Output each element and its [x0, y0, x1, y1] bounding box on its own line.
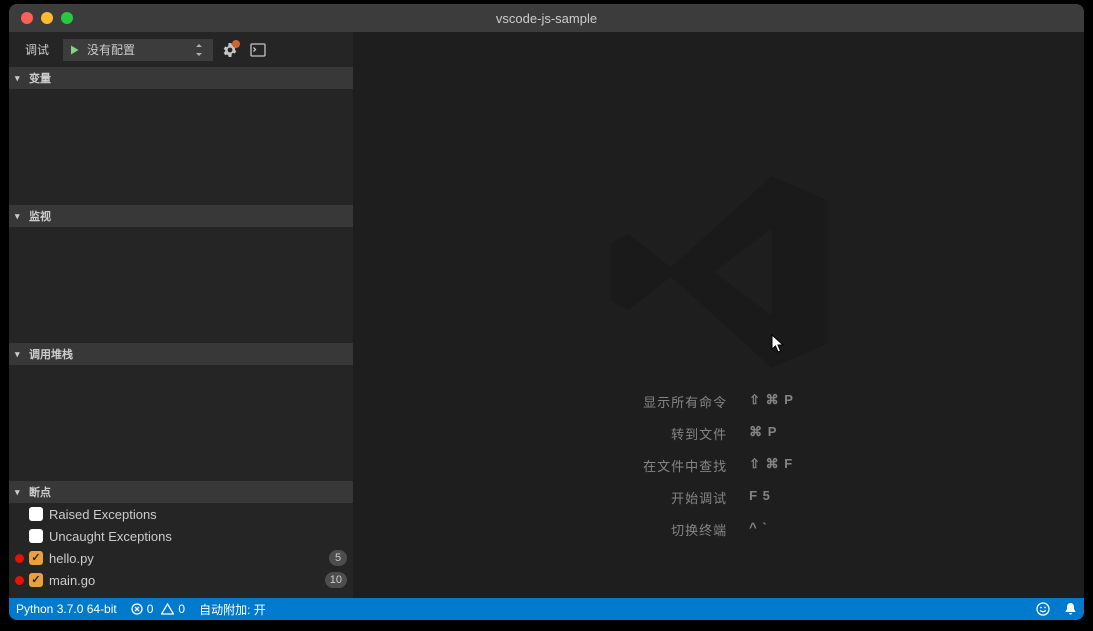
maximize-window-button[interactable] [61, 12, 73, 24]
panel-variables: ▾ 变量 [9, 67, 353, 205]
panel-body-callstack [9, 365, 353, 481]
breakpoint-label: Raised Exceptions [49, 507, 347, 522]
shortcut-label: 显示所有命令 [643, 392, 727, 411]
panel-title-watch: 监视 [29, 208, 51, 224]
debug-sidebar: 调试 没有配置 [9, 32, 353, 598]
shortcut-label: 开始调试 [643, 488, 727, 507]
status-problems[interactable]: 0 0 [124, 598, 192, 620]
breakpoint-row[interactable]: Raised Exceptions [9, 503, 353, 525]
titlebar: vscode-js-sample [9, 4, 1084, 32]
shortcut-key: ^ ` [749, 520, 794, 539]
debug-console-button[interactable] [247, 39, 269, 61]
panel-watch: ▾ 监视 [9, 205, 353, 343]
breakpoint-label: Uncaught Exceptions [49, 529, 347, 544]
status-feedback[interactable] [1029, 598, 1057, 620]
panel-header-callstack[interactable]: ▾ 调用堆栈 [9, 343, 353, 365]
breakpoint-dot-icon [15, 576, 24, 585]
breakpoint-row[interactable]: hello.py 5 [9, 547, 353, 569]
bell-icon [1064, 602, 1077, 616]
minimize-window-button[interactable] [41, 12, 53, 24]
debug-console-icon [250, 43, 266, 57]
breakpoint-checkbox[interactable] [29, 529, 43, 543]
breakpoint-dot-icon [15, 554, 24, 563]
main-area: 调试 没有配置 [9, 32, 1084, 598]
breakpoint-checkbox[interactable] [29, 573, 43, 587]
shortcut-label: 在文件中查找 [643, 456, 727, 475]
debug-title: 调试 [17, 41, 57, 58]
status-python-label: Python 3.7.0 64-bit [16, 602, 117, 616]
debug-header: 调试 没有配置 [9, 32, 353, 67]
shortcut-label: 转到文件 [643, 424, 727, 443]
status-autoattach[interactable]: 自动附加: 开 [192, 598, 273, 620]
window: vscode-js-sample 调试 没有配置 [9, 4, 1084, 620]
error-icon [131, 603, 143, 615]
breakpoint-line-badge: 10 [325, 572, 347, 588]
breakpoint-line-badge: 5 [329, 550, 347, 566]
panel-title-breakpoints: 断点 [29, 484, 51, 500]
breakpoint-row[interactable]: Uncaught Exceptions [9, 525, 353, 547]
panel-header-breakpoints[interactable]: ▾ 断点 [9, 481, 353, 503]
status-bar: Python 3.7.0 64-bit 0 0 自动附加: 开 [9, 598, 1084, 620]
breakpoint-label: main.go [49, 573, 319, 588]
close-window-button[interactable] [21, 12, 33, 24]
status-autoattach-label: 自动附加: 开 [199, 601, 266, 618]
vscode-logo-watermark-icon [599, 152, 839, 392]
smiley-icon [1036, 602, 1050, 616]
status-warnings-count: 0 [178, 602, 185, 616]
panel-body-variables [9, 89, 353, 205]
warning-icon [161, 603, 174, 615]
window-title: vscode-js-sample [9, 11, 1084, 26]
status-python[interactable]: Python 3.7.0 64-bit [9, 598, 124, 620]
panel-breakpoints: ▾ 断点 Raised Exceptions Uncaught Exception… [9, 481, 353, 598]
debug-configure-button[interactable] [219, 39, 241, 61]
shortcut-key: F 5 [749, 488, 794, 507]
traffic-lights [9, 12, 73, 24]
start-debug-icon[interactable] [63, 44, 85, 56]
config-warning-dot-icon [232, 40, 240, 48]
status-errors-count: 0 [147, 602, 154, 616]
panel-body-breakpoints: Raised Exceptions Uncaught Exceptions hell… [9, 503, 353, 598]
chevron-down-icon: ▾ [15, 487, 25, 498]
chevron-down-icon: ▾ [15, 349, 25, 360]
shortcut-label: 切换终端 [643, 520, 727, 539]
panel-title-callstack: 调用堆栈 [29, 346, 73, 362]
panel-body-watch [9, 227, 353, 343]
status-notifications[interactable] [1057, 598, 1084, 620]
chevron-updown-icon [195, 44, 213, 56]
shortcut-key: ⇧ ⌘ P [749, 392, 794, 411]
chevron-down-icon: ▾ [15, 211, 25, 222]
breakpoint-label: hello.py [49, 551, 323, 566]
welcome-shortcuts: 显示所有命令 ⇧ ⌘ P 转到文件 ⌘ P 在文件中查找 ⇧ ⌘ F 开始调试 F 5 切换终端… [643, 392, 794, 539]
panel-header-watch[interactable]: ▾ 监视 [9, 205, 353, 227]
shortcut-key: ⌘ P [749, 424, 794, 443]
editor-area: 显示所有命令 ⇧ ⌘ P 转到文件 ⌘ P 在文件中查找 ⇧ ⌘ F 开始调试 F 5 切换终端… [353, 32, 1084, 598]
breakpoint-row[interactable]: main.go 10 [9, 569, 353, 591]
panel-header-variables[interactable]: ▾ 变量 [9, 67, 353, 89]
chevron-down-icon: ▾ [15, 73, 25, 84]
debug-config-select[interactable]: 没有配置 [63, 39, 213, 61]
panel-callstack: ▾ 调用堆栈 [9, 343, 353, 481]
panel-title-variables: 变量 [29, 70, 51, 86]
debug-config-label: 没有配置 [85, 41, 195, 58]
shortcut-key: ⇧ ⌘ F [749, 456, 794, 475]
breakpoint-checkbox[interactable] [29, 507, 43, 521]
breakpoint-checkbox[interactable] [29, 551, 43, 565]
